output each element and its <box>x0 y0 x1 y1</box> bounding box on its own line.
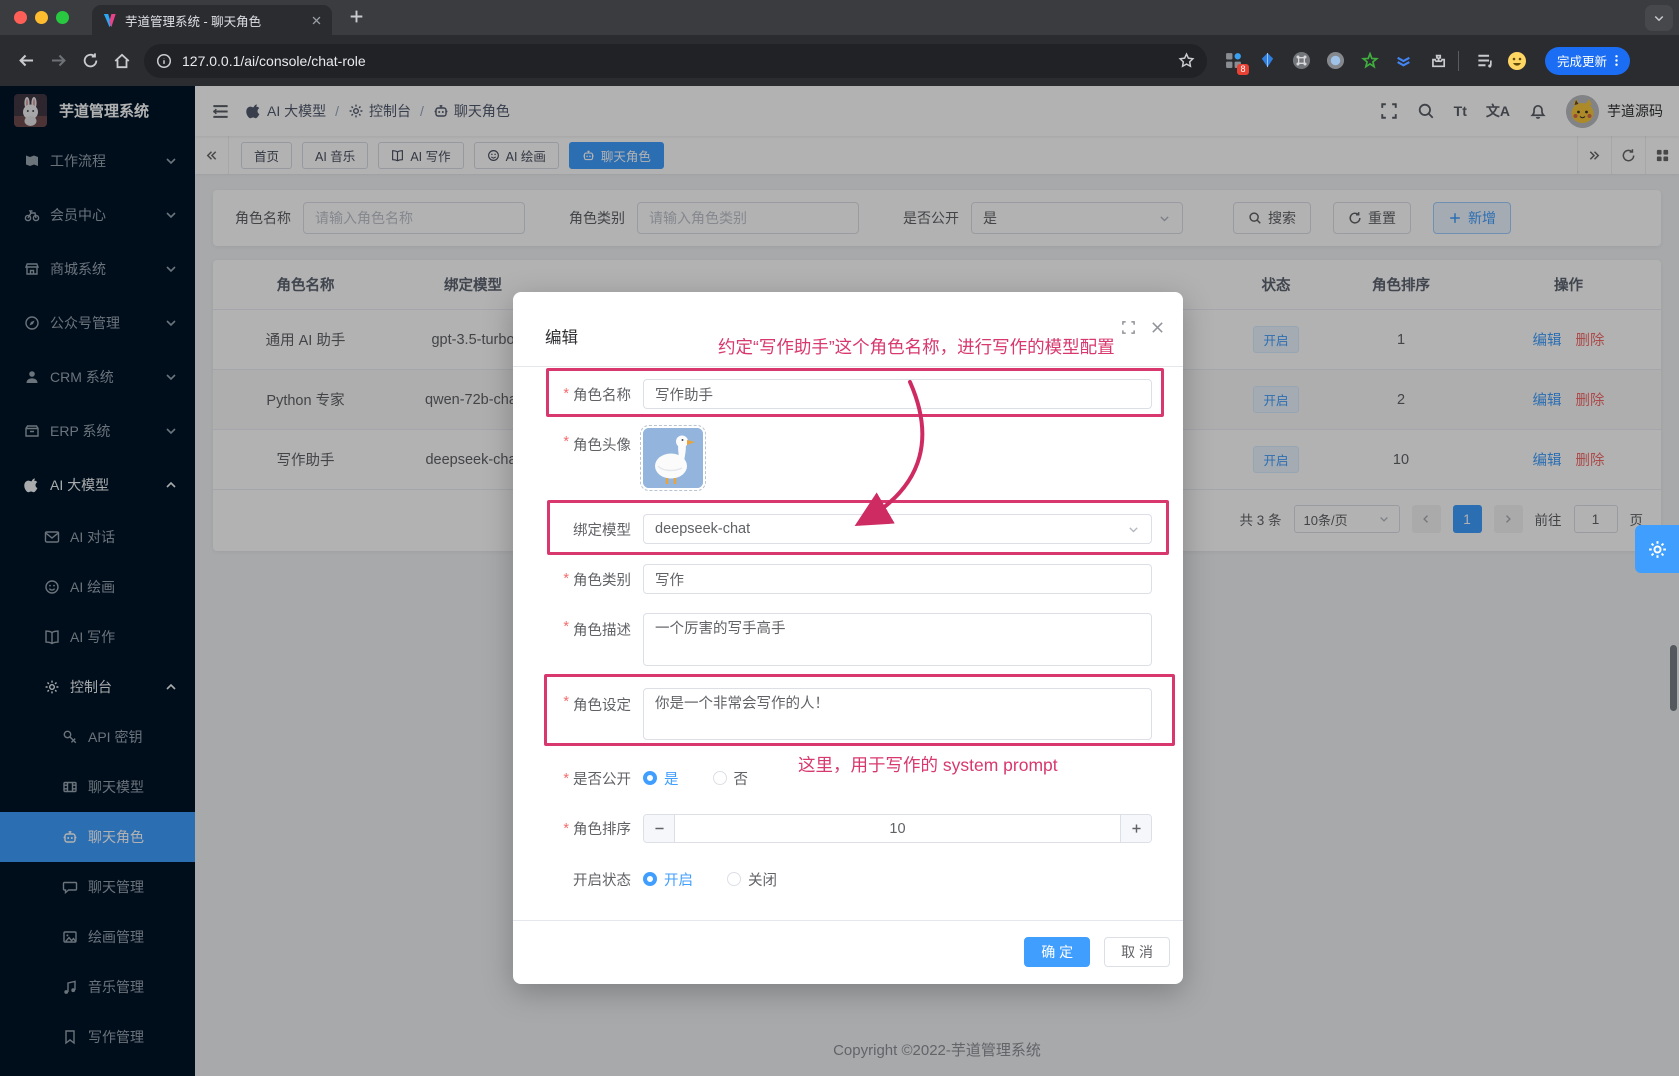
confirm-button[interactable]: 确 定 <box>1024 937 1090 967</box>
browser-chrome: 芋道管理系统 - 聊天角色 127.0.0.1/ai/con <box>0 0 1679 86</box>
site-info-icon[interactable] <box>156 53 172 69</box>
tab-search-button[interactable] <box>1645 5 1673 31</box>
sort-label: 角色排序 <box>573 818 631 839</box>
form-row-sort: *角色排序 10 <box>513 814 1183 843</box>
avatar-label: 角色头像 <box>573 434 631 455</box>
browser-titlebar: 芋道管理系统 - 聊天角色 <box>0 0 1679 35</box>
settings-drawer-button[interactable] <box>1635 525 1679 573</box>
role-name-input[interactable] <box>643 379 1152 409</box>
toolbar-divider <box>1458 51 1459 71</box>
close-window-button[interactable] <box>14 11 27 24</box>
edit-role-dialog: 编辑 *角色名称 *角色头像 <box>513 292 1183 984</box>
form-row-name: *角色名称 <box>513 379 1183 409</box>
address-bar[interactable]: 127.0.0.1/ai/console/chat-role <box>144 44 1207 78</box>
tab-title: 芋道管理系统 - 聊天角色 <box>125 11 303 30</box>
dialog-footer: 确 定 取 消 <box>1024 937 1170 967</box>
extension-circle-icon[interactable] <box>1325 50 1346 71</box>
window-controls <box>14 11 69 24</box>
update-label: 完成更新 <box>1557 51 1607 70</box>
dialog-header-divider <box>513 366 1183 367</box>
browser-tab[interactable]: 芋道管理系统 - 聊天角色 <box>92 5 332 35</box>
dialog-fullscreen-icon[interactable] <box>1121 320 1136 335</box>
dialog-close-icon[interactable] <box>1150 320 1165 335</box>
cancel-button[interactable]: 取 消 <box>1104 937 1170 967</box>
page-scrollbar[interactable] <box>1670 645 1677 711</box>
description-label: 角色描述 <box>573 619 631 640</box>
bound-model-value: deepseek-chat <box>655 521 750 537</box>
gear-icon <box>1647 539 1668 560</box>
extensions-row: 8 <box>1223 50 1448 71</box>
form-row-setting: *角色设定 你是一个非常会写作的人！ <box>513 688 1183 744</box>
extension-layers-icon[interactable] <box>1393 50 1414 71</box>
extensions-puzzle-icon[interactable] <box>1427 50 1448 71</box>
home-button[interactable] <box>106 45 138 77</box>
fullscreen-window-button[interactable] <box>56 11 69 24</box>
url-text[interactable]: 127.0.0.1/ai/console/chat-role <box>182 53 1168 69</box>
dialog-tools <box>1121 320 1165 335</box>
site-favicon <box>102 13 117 28</box>
dialog-form: *角色名称 *角色头像 <box>513 379 1183 890</box>
status-label: 开启状态 <box>573 869 631 890</box>
dialog-title: 编辑 <box>545 324 578 348</box>
stepper-decrease-button[interactable] <box>644 815 675 842</box>
bookmark-star-icon[interactable] <box>1178 52 1195 69</box>
browser-toolbar: 127.0.0.1/ai/console/chat-role 8 <box>0 35 1679 86</box>
bound-model-select[interactable]: deepseek-chat <box>643 514 1152 544</box>
annotation-top-note: 约定“写作助手”这个角色名称，进行写作的模型配置 <box>718 334 1115 359</box>
sort-value[interactable]: 10 <box>675 815 1120 842</box>
extension-command-icon[interactable] <box>1291 50 1312 71</box>
public-label: 是否公开 <box>573 768 631 789</box>
role-description-textarea[interactable]: 一个厉害的写手高手 <box>643 613 1152 666</box>
form-row-category: *角色类别 <box>513 564 1183 594</box>
public-yes-radio[interactable]: 是 <box>643 768 679 789</box>
close-tab-icon[interactable] <box>311 15 322 26</box>
minimize-window-button[interactable] <box>35 11 48 24</box>
model-label: 绑定模型 <box>573 519 631 540</box>
kebab-menu-icon <box>1609 53 1624 68</box>
goose-avatar-image <box>643 428 703 488</box>
dialog-footer-divider <box>513 920 1183 921</box>
stepper-increase-button[interactable] <box>1120 815 1151 842</box>
status-off-radio[interactable]: 关闭 <box>727 869 777 890</box>
app-root: 芋道管理系统 工作流程会员中心商城系统公众号管理CRM 系统ERP 系统AI 大… <box>0 86 1679 1076</box>
forward-button[interactable] <box>42 45 74 77</box>
emoji-extension-icon[interactable] <box>1501 45 1533 77</box>
category-label: 角色类别 <box>573 569 631 590</box>
role-sort-stepper: 10 <box>643 814 1152 843</box>
extension-badge: 8 <box>1237 64 1249 75</box>
role-setting-textarea[interactable]: 你是一个非常会写作的人！ <box>643 688 1152 740</box>
role-avatar-upload[interactable] <box>643 428 703 488</box>
annotation-middle-note: 这里，用于写作的 system prompt <box>798 752 1058 777</box>
setting-label: 角色设定 <box>573 694 631 715</box>
name-label: 角色名称 <box>573 384 631 405</box>
extension-grid-icon[interactable]: 8 <box>1223 50 1244 71</box>
public-no-radio[interactable]: 否 <box>713 768 749 789</box>
extension-star-icon[interactable] <box>1359 50 1380 71</box>
reload-button[interactable] <box>74 45 106 77</box>
chevron-down-icon <box>1127 523 1140 536</box>
form-row-avatar: *角色头像 <box>513 428 1183 488</box>
new-tab-button[interactable] <box>348 8 365 25</box>
form-row-model: 绑定模型 deepseek-chat <box>513 514 1183 544</box>
extension-kite-icon[interactable] <box>1257 50 1278 71</box>
back-button[interactable] <box>10 45 42 77</box>
form-row-description: *角色描述 一个厉害的写手高手 <box>513 613 1183 670</box>
chrome-update-button[interactable]: 完成更新 <box>1545 47 1630 75</box>
status-on-radio[interactable]: 开启 <box>643 869 693 890</box>
role-category-input[interactable] <box>643 564 1152 594</box>
form-row-status: 开启状态 开启 关闭 <box>513 869 1183 890</box>
reading-list-icon[interactable] <box>1469 45 1501 77</box>
